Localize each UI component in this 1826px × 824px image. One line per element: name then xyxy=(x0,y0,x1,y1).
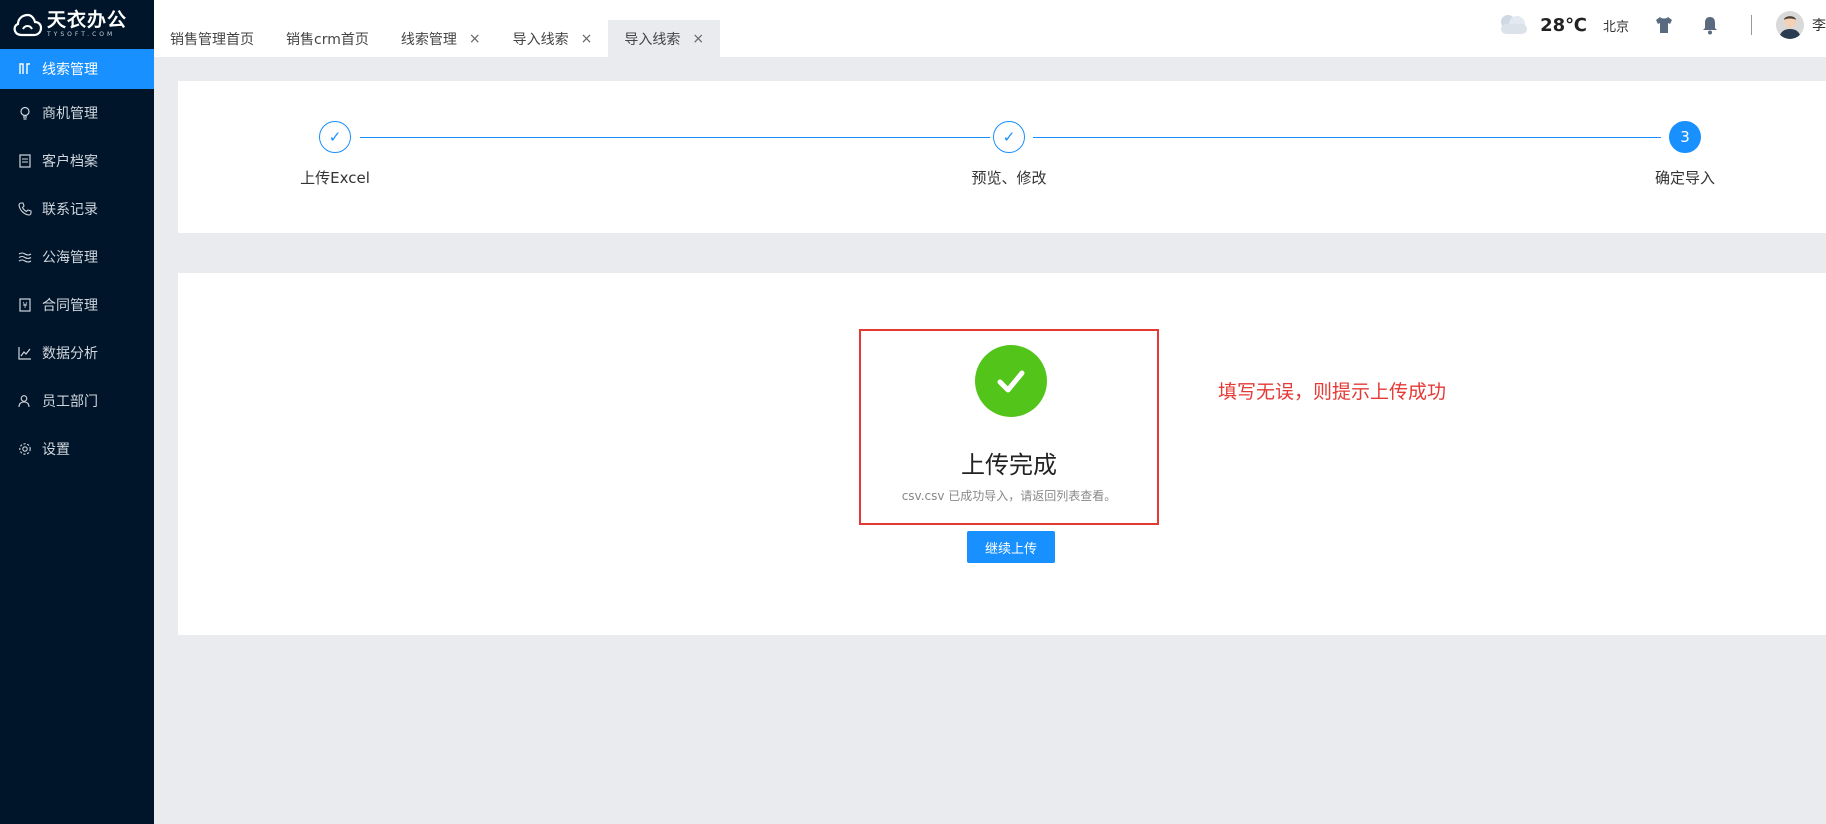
steps-panel: ✓ ✓ 3 上传Excel 预览、修改 确定导入 xyxy=(178,81,1826,233)
brand-logo[interactable]: 天衣办公 TYSOFT.COM xyxy=(0,0,154,49)
tab-import-clues-active[interactable]: 导入线索 × xyxy=(608,20,721,57)
top-bar: 销售管理首页 销售crm首页 线索管理 × 导入线索 × 导入线索 × 28℃ … xyxy=(154,0,1826,57)
phone-icon xyxy=(18,202,32,216)
sidebar-item-label: 员工部门 xyxy=(42,394,98,410)
result-subtitle: csv.csv 已成功导入，请返回列表查看。 xyxy=(901,489,1117,503)
sidebar-item-label: 数据分析 xyxy=(42,346,98,362)
step-2-label: 预览、修改 xyxy=(971,169,1047,187)
gear-icon xyxy=(18,442,32,456)
clue-icon xyxy=(18,62,32,76)
tab-import-clues[interactable]: 导入线索 × xyxy=(497,20,609,57)
sidebar-item-label: 合同管理 xyxy=(42,298,98,314)
sidebar-item-label: 商机管理 xyxy=(42,106,98,122)
sidebar-item-label: 公海管理 xyxy=(42,250,98,266)
step-2-done-icon: ✓ xyxy=(993,121,1025,153)
bell-icon[interactable] xyxy=(1699,14,1721,36)
chart-icon xyxy=(18,346,32,360)
city-name[interactable]: 北京 xyxy=(1603,16,1629,35)
header-divider xyxy=(1751,15,1752,35)
sidebar-item-public-pool[interactable]: 公海管理 xyxy=(0,233,154,281)
sidebar-item-analytics[interactable]: 数据分析 xyxy=(0,329,154,377)
success-check-icon xyxy=(975,345,1047,417)
tab-clue-management[interactable]: 线索管理 × xyxy=(385,20,497,57)
sea-icon xyxy=(18,250,32,264)
close-icon[interactable]: × xyxy=(581,31,593,47)
sidebar-item-label: 线索管理 xyxy=(42,62,98,78)
tab-label: 导入线索 xyxy=(624,31,681,48)
step-1-done-icon: ✓ xyxy=(319,121,351,153)
sidebar-item-label: 设置 xyxy=(42,442,70,458)
avatar[interactable] xyxy=(1776,11,1804,39)
tab-bar: 销售管理首页 销售crm首页 线索管理 × 导入线索 × 导入线索 × xyxy=(154,20,721,57)
users-icon xyxy=(18,394,32,408)
sidebar-item-label: 客户档案 xyxy=(42,154,98,170)
annotation-note: 填写无误，则提示上传成功 xyxy=(1218,381,1447,403)
tab-label: 销售crm首页 xyxy=(286,31,369,48)
brand-name: 天衣办公 xyxy=(47,9,128,31)
brand-sub: TYSOFT.COM xyxy=(47,31,116,38)
step-3-label: 确定导入 xyxy=(1654,169,1716,187)
tab-label: 销售管理首页 xyxy=(170,31,254,48)
sidebar-item-staff[interactable]: 员工部门 xyxy=(0,377,154,425)
header-actions: 28℃ 北京 李 xyxy=(1496,10,1826,40)
tab-label: 导入线索 xyxy=(512,31,569,48)
sidebar-item-customers[interactable]: 客户档案 xyxy=(0,137,154,185)
close-icon[interactable]: × xyxy=(469,31,481,47)
sidebar-item-settings[interactable]: 设置 xyxy=(0,425,154,473)
lightbulb-icon xyxy=(18,106,32,120)
continue-upload-button[interactable]: 继续上传 xyxy=(967,531,1055,563)
svg-text:¥: ¥ xyxy=(22,301,27,310)
temperature: 28℃ xyxy=(1540,14,1587,36)
result-panel: 上传完成 csv.csv 已成功导入，请返回列表查看。 继续上传 填写无误，则提… xyxy=(178,273,1826,635)
user-name[interactable]: 李 xyxy=(1812,15,1826,35)
step-3-current: 3 xyxy=(1669,121,1701,153)
step-connector xyxy=(1033,137,1661,138)
sidebar-item-opportunities[interactable]: 商机管理 xyxy=(0,89,154,137)
contract-icon: ¥ xyxy=(18,298,32,312)
sidebar-item-contracts[interactable]: ¥ 合同管理 xyxy=(0,281,154,329)
shirt-icon[interactable] xyxy=(1653,14,1675,36)
sidebar: 天衣办公 TYSOFT.COM 线索管理 商机管理 客户档案 联系记录 公海管理 xyxy=(0,0,154,824)
weather-cloud-icon xyxy=(1496,12,1530,38)
file-icon xyxy=(18,154,32,168)
step-connector xyxy=(360,137,990,138)
result-title: 上传完成 xyxy=(961,451,1057,479)
sidebar-item-contacts[interactable]: 联系记录 xyxy=(0,185,154,233)
step-1-label: 上传Excel xyxy=(300,169,370,187)
logo-icon xyxy=(13,13,43,36)
tab-sales-home[interactable]: 销售管理首页 xyxy=(154,20,270,57)
sidebar-item-clues[interactable]: 线索管理 xyxy=(0,49,154,89)
tab-crm-home[interactable]: 销售crm首页 xyxy=(270,20,385,57)
sidebar-item-label: 联系记录 xyxy=(42,202,98,218)
tab-label: 线索管理 xyxy=(400,31,457,48)
close-icon[interactable]: × xyxy=(692,31,704,47)
